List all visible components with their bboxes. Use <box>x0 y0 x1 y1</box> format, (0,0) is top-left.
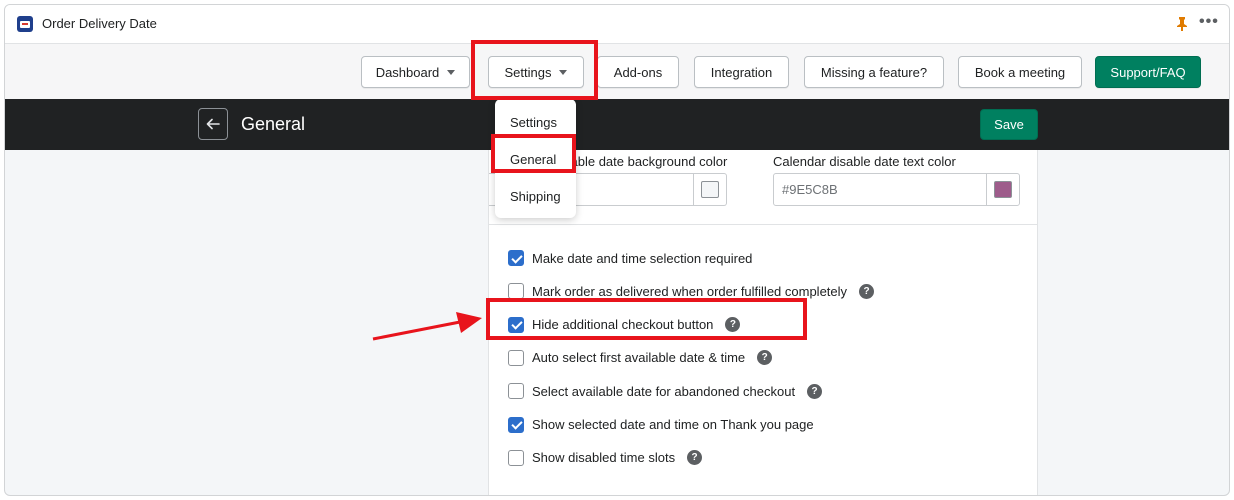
dropdown-item-settings[interactable]: Settings <box>510 115 557 130</box>
help-icon[interactable]: ? <box>757 350 773 366</box>
more-options-icon[interactable]: ••• <box>1199 14 1218 32</box>
text-color-value: #9E5C8B <box>782 182 838 197</box>
pin-icon[interactable] <box>1175 16 1189 32</box>
option-label: Show disabled time slots <box>532 450 676 466</box>
dashboard-label: Dashboard <box>375 64 440 80</box>
divider <box>489 224 1037 225</box>
bg-color-swatch[interactable] <box>693 174 726 205</box>
dropdown-item-shipping[interactable]: Shipping <box>510 189 561 204</box>
back-button[interactable] <box>198 108 228 140</box>
option-label: Make date and time selection required <box>532 250 753 266</box>
option-checkbox[interactable] <box>508 250 524 266</box>
integration-button[interactable]: Integration <box>694 56 789 88</box>
option-checkbox[interactable] <box>508 416 524 433</box>
help-icon[interactable]: ? <box>687 450 703 466</box>
page-header: General Save <box>5 99 1229 150</box>
chevron-down-icon <box>447 70 456 75</box>
option-row[interactable]: Select available date for abandoned chec… <box>508 381 823 401</box>
dashboard-button[interactable]: Dashboard <box>361 56 470 88</box>
option-checkbox[interactable] <box>508 349 524 366</box>
arrow-pointer-icon <box>372 312 482 341</box>
book-meeting-button[interactable]: Book a meeting <box>958 56 1082 88</box>
title-bar: Order Delivery Date ••• <box>5 5 1229 44</box>
app-logo-icon <box>17 16 33 32</box>
option-label: Show selected date and time on Thank you… <box>532 417 814 432</box>
app-frame: Order Delivery Date ••• Dashboard Settin… <box>4 4 1230 496</box>
highlight-general <box>491 134 576 173</box>
text-color-swatch[interactable] <box>986 174 1019 205</box>
text-color-label: Calendar disable date text color <box>773 154 956 169</box>
bg-color-label: sable date background color <box>564 154 728 169</box>
option-row[interactable]: Make date and time selection required <box>508 248 752 268</box>
option-row[interactable]: Show selected date and time on Thank you… <box>508 415 814 435</box>
option-row[interactable]: Show disabled time slots? <box>508 448 703 468</box>
addons-button[interactable]: Add-ons <box>597 56 679 88</box>
option-label: Select available date for abandoned chec… <box>532 383 796 399</box>
app-title: Order Delivery Date <box>42 16 157 31</box>
arrow-left-icon <box>206 118 220 130</box>
option-label: Mark order as delivered when order fulfi… <box>532 283 848 299</box>
top-nav: Dashboard Settings Add-ons Integration M… <box>5 44 1229 99</box>
option-label: Auto select first available date & time <box>532 350 746 366</box>
help-icon[interactable]: ? <box>807 383 823 399</box>
text-color-field[interactable]: #9E5C8B <box>773 173 1020 206</box>
option-checkbox[interactable] <box>508 283 524 300</box>
option-row[interactable]: Auto select first available date & time? <box>508 348 773 368</box>
page-title: General <box>241 114 306 134</box>
help-icon[interactable]: ? <box>859 283 875 299</box>
option-checkbox[interactable] <box>508 383 524 400</box>
option-checkbox[interactable] <box>508 449 524 466</box>
highlight-hide-checkout <box>486 298 807 340</box>
missing-feature-button[interactable]: Missing a feature? <box>804 56 944 88</box>
save-button[interactable]: Save <box>980 109 1038 140</box>
support-faq-button[interactable]: Support/FAQ <box>1095 56 1201 88</box>
highlight-settings <box>471 40 598 100</box>
